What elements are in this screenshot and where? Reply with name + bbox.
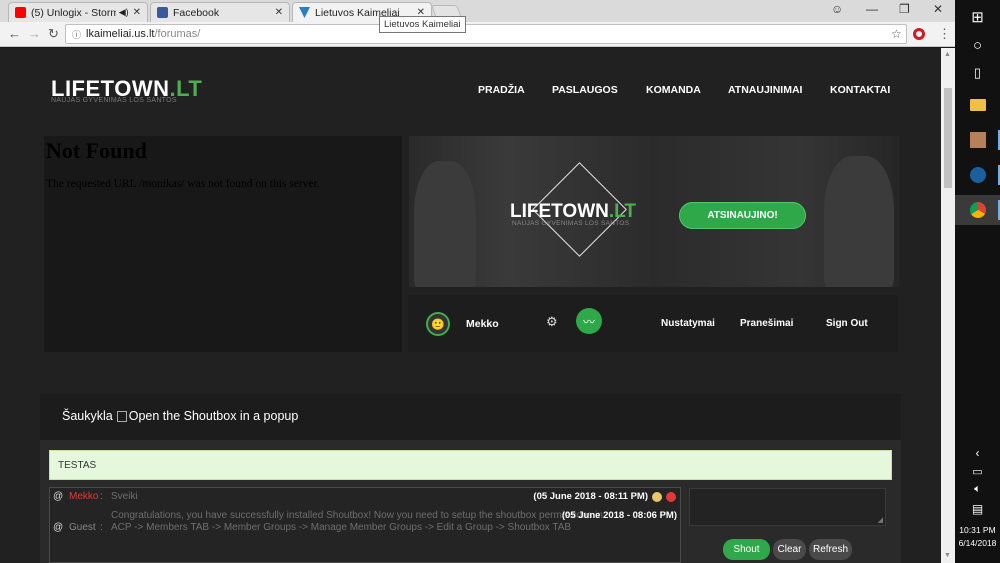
opera-icon[interactable] (913, 28, 925, 40)
message-date: (05 June 2018 - 08:06 PM) (561, 510, 677, 521)
bookmark-star-icon[interactable]: ☆ (891, 27, 902, 41)
clock-time: 10:31 PM (959, 525, 996, 535)
shoutbox-popup-link[interactable]: Open the Shoutbox in a popup (129, 409, 299, 423)
atsinaujino-button[interactable]: ATSINAUJINO! (679, 202, 806, 229)
nav-kontaktai[interactable]: KONTAKTAI (830, 84, 890, 96)
close-window-icon[interactable]: ✕ (933, 2, 943, 16)
chrome-icon[interactable] (955, 195, 1000, 225)
close-tab-icon[interactable]: ✕ (275, 7, 283, 18)
shoutbox-title-row: Šaukykla Open the Shoutbox in a popup (62, 409, 298, 423)
facebook-icon (157, 7, 168, 18)
app-avatar-icon[interactable] (955, 125, 1000, 155)
web-page: LIFETOWN.LT NAUJAS GYVENIMAS LOS SANTOS … (0, 48, 941, 563)
tab-tooltip: Lietuvos Kaimeliai (379, 16, 466, 33)
browser-toolbar: ← → ↻ ⓘ lkaimeliai.us.lt /forumas/ ☆ ⋮ (0, 22, 955, 47)
tab-youtube[interactable]: (5) Unlogix - Storm - ◀) ✕ (8, 2, 148, 22)
banner-figure-left (414, 161, 476, 287)
close-tab-icon[interactable]: ✕ (133, 7, 141, 18)
message-user[interactable]: Mekko (69, 491, 98, 502)
scroll-down-icon[interactable]: ▼ (944, 552, 951, 559)
message-user[interactable]: Guest (69, 522, 96, 533)
list-item: @ Guest : Congratulations, you have succ… (53, 510, 677, 533)
browser-tab-strip: (5) Unlogix - Storm - ◀) ✕ Facebook ✕ Li… (0, 0, 955, 22)
error-title: Not Found (46, 138, 147, 163)
promo-banner: LIFETOWN.LT NAUJAS GYVENIMAS LOS SANTOS … (409, 136, 899, 287)
url-path: /forumas/ (154, 28, 201, 40)
scrollbar-thumb[interactable] (944, 88, 952, 188)
url-host: lkaimeliai.us.lt (86, 28, 155, 40)
resize-handle-icon[interactable]: ◢ (878, 516, 883, 524)
shoutbox-body: TESTAS @ Mekko : Sveiki (05 June 2018 - … (40, 440, 901, 563)
avatar[interactable]: 🙂 (426, 312, 450, 336)
info-icon[interactable]: ⓘ (72, 28, 81, 41)
shoutbox-title: Šaukykla (62, 409, 113, 423)
logo-tagline: NAUJAS GYVENIMAS LOS SANTOS (51, 97, 177, 104)
teamspeak-icon[interactable] (955, 160, 1000, 190)
nav-komanda[interactable]: KOMANDA (646, 84, 701, 96)
shoutbox-header: Šaukykla Open the Shoutbox in a popup (40, 394, 901, 440)
cortana-icon[interactable]: ○ (955, 30, 1000, 60)
link-sign-out[interactable]: Sign Out (826, 318, 868, 329)
nav-paslaugos[interactable]: PASLAUGOS (552, 84, 618, 96)
banner-figure-right (824, 156, 894, 287)
activity-chart-icon[interactable]: 〰 (576, 308, 602, 334)
message-date: (05 June 2018 - 08:11 PM) (533, 491, 648, 502)
broken-image-icon[interactable] (116, 411, 127, 423)
user-bar: 🙂 Mekko ⚙ 〰 Nustatymai Pranešimai Sign O… (408, 295, 898, 352)
shout-input[interactable]: ◢ (689, 488, 886, 526)
windows-start-icon[interactable]: ⊞ (955, 2, 1000, 32)
mention-icon[interactable]: @ (53, 491, 63, 502)
nav-pradzia[interactable]: PRADŽIA (478, 84, 525, 96)
reload-icon[interactable]: ↻ (48, 26, 59, 42)
mention-icon[interactable]: @ (53, 522, 63, 533)
edit-icon[interactable] (652, 492, 662, 502)
address-bar[interactable]: ⓘ lkaimeliai.us.lt /forumas/ (65, 24, 907, 44)
tab-facebook[interactable]: Facebook ✕ (150, 2, 290, 22)
profile-icon[interactable]: ☺ (831, 2, 843, 16)
task-view-icon[interactable]: ▯ (955, 58, 1000, 88)
list-item: @ Mekko : Sveiki (05 June 2018 - 08:11 P… (50, 491, 680, 506)
tab-title: Facebook (173, 6, 220, 19)
error-panel: Not Found The requested URL /monikas/ wa… (44, 136, 402, 352)
username[interactable]: Mekko (466, 318, 499, 330)
delete-icon[interactable] (666, 492, 676, 502)
phpbb-icon (299, 7, 310, 18)
windows-taskbar: ⊞ ○ ▯ ‹ ▭ 🔈︎ ▤ (955, 0, 1000, 563)
restore-icon[interactable]: ❐ (899, 2, 910, 16)
browser-menu-icon[interactable]: ⋮ (938, 26, 951, 42)
notifications-icon[interactable]: ▤ (955, 494, 1000, 524)
clear-button[interactable]: Clear (773, 539, 806, 560)
refresh-button[interactable]: Refresh (809, 539, 852, 560)
tab-title: (5) Unlogix - Storm - (31, 6, 116, 19)
banner-tagline: NAUJAS GYVENIMAS LOS SANTOS (512, 220, 630, 227)
gears-icon[interactable]: ⚙ (546, 314, 558, 330)
youtube-icon (15, 7, 26, 18)
error-text: The requested URL /monikas/ was not foun… (46, 178, 320, 190)
shoutbox-messages[interactable]: @ Mekko : Sveiki (05 June 2018 - 08:11 P… (49, 487, 681, 563)
taskbar-clock[interactable]: 10:31 PM 6/14/2018 (955, 524, 1000, 550)
page-scrollbar[interactable]: ▲ ▼ (941, 48, 955, 563)
message-text: Congratulations, you have successfully i… (111, 510, 603, 533)
banner-logo-main: LIFETOWN (510, 201, 609, 222)
speaker-icon[interactable]: ◀) (119, 7, 129, 18)
link-nustatymai[interactable]: Nustatymai (661, 318, 715, 329)
link-pranesimai[interactable]: Pranešimai (740, 318, 793, 329)
nav-atnaujinimai[interactable]: ATNAUJINIMAI (728, 84, 802, 96)
shoutbox-notice: TESTAS (49, 450, 892, 480)
shout-button[interactable]: Shout (723, 539, 770, 560)
scroll-up-icon[interactable]: ▲ (944, 51, 951, 58)
clock-date: 6/14/2018 (958, 538, 997, 548)
minimize-icon[interactable]: — (866, 2, 878, 16)
forward-icon[interactable]: → (28, 26, 41, 41)
file-explorer-icon[interactable] (955, 90, 1000, 120)
back-icon[interactable]: ← (8, 26, 21, 41)
banner-logo-suffix: .LT (608, 201, 636, 222)
